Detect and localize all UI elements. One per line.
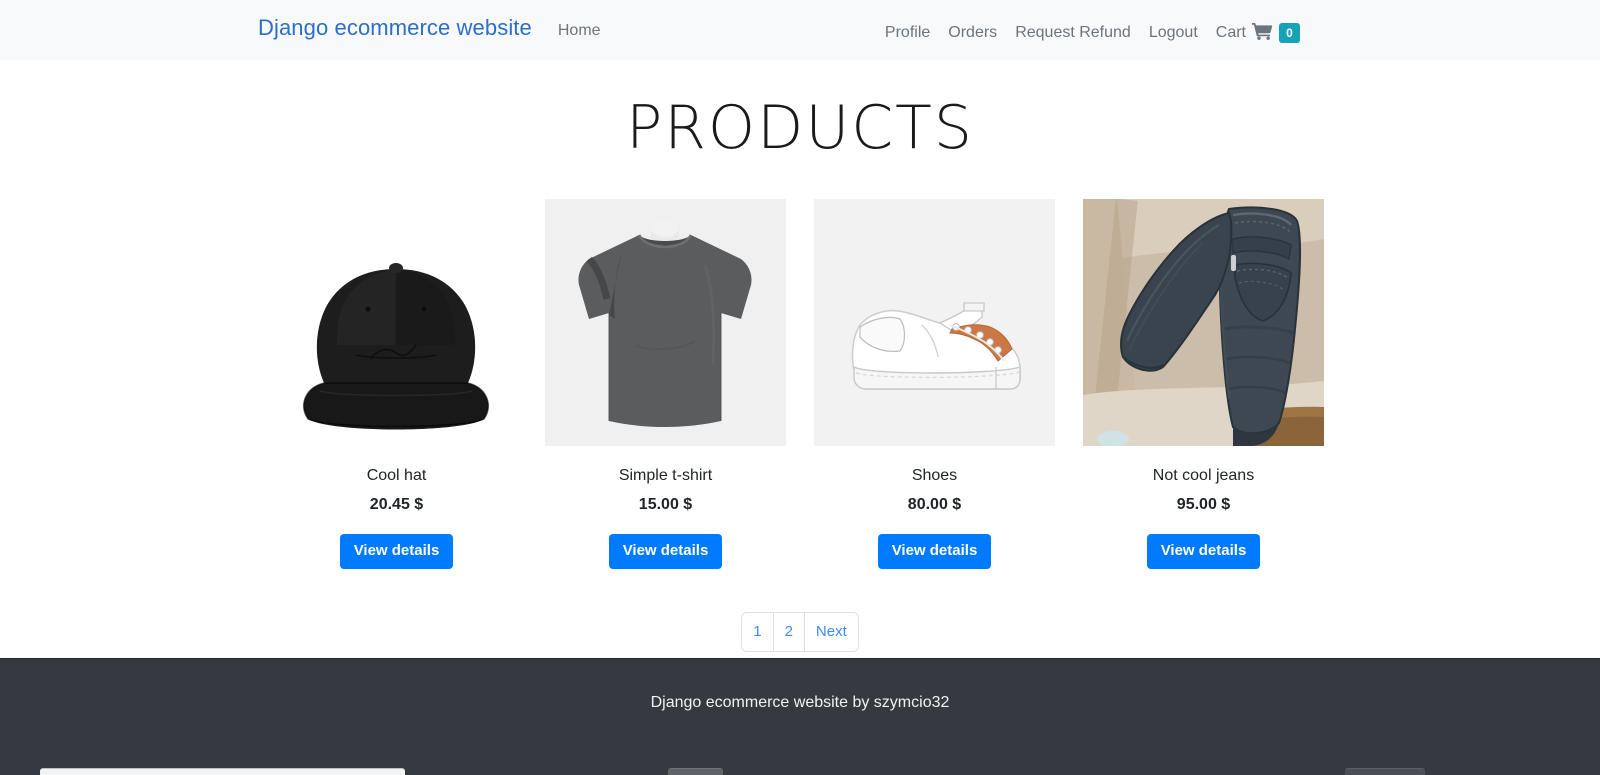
product-price: 15.00 $ [638, 496, 693, 513]
pagination: 1 2 Next [742, 612, 858, 651]
product-image-cool-hat[interactable] [276, 199, 517, 446]
shelf-item [668, 768, 723, 775]
footer-text: Django ecommerce website by szymcio32 [650, 694, 950, 711]
brand-link[interactable]: Django ecommerce website [258, 17, 532, 39]
product-price: 20.45 $ [369, 496, 424, 513]
page-link-next[interactable]: Next [804, 612, 858, 651]
nav-link-orders[interactable]: Orders [939, 24, 1006, 42]
product-price: 80.00 $ [907, 496, 962, 513]
cart-count-badge: 0 [1279, 23, 1300, 43]
product-card: Not cool jeans 95.00 $ View details [1083, 199, 1324, 569]
shelf-item [1345, 768, 1425, 775]
product-name: Shoes [911, 467, 958, 484]
product-image-shoes[interactable] [814, 199, 1055, 446]
nav-right-links: Profile Orders Request Refund Logout Car… [876, 3, 1300, 63]
product-image-simple-tshirt[interactable] [545, 199, 786, 446]
product-name: Not cool jeans [1152, 467, 1255, 484]
nav-link-cart[interactable]: Cart 0 [1207, 22, 1300, 45]
view-details-button[interactable]: View details [1146, 534, 1261, 569]
shelf-item [40, 768, 405, 775]
page-title: PRODUCTS [626, 93, 974, 163]
pagination-wrapper: 1 2 Next [0, 612, 1600, 651]
browser-shelf-edge [0, 768, 1600, 775]
footer: Django ecommerce website by szymcio32 [0, 658, 1600, 775]
page-link-1[interactable]: 1 [742, 612, 774, 651]
view-details-button[interactable]: View details [339, 534, 454, 569]
nav-link-home[interactable]: Home [558, 22, 601, 40]
shopping-cart-icon [1252, 22, 1273, 45]
product-price: 95.00 $ [1176, 496, 1231, 513]
product-name: Cool hat [366, 467, 427, 484]
nav-link-request-refund[interactable]: Request Refund [1006, 24, 1140, 42]
view-details-button[interactable]: View details [877, 534, 992, 569]
product-image-not-cool-jeans[interactable] [1083, 199, 1324, 446]
product-card: Simple t-shirt 15.00 $ View details [545, 199, 786, 569]
navbar: Django ecommerce website Home Profile Or… [0, 0, 1600, 60]
page-link-2[interactable]: 2 [773, 612, 805, 651]
nav-left-links: Home [558, 22, 601, 40]
product-card: Cool hat 20.45 $ View details [276, 199, 517, 569]
nav-link-profile[interactable]: Profile [876, 24, 939, 42]
cart-label: Cart [1215, 24, 1246, 41]
main-content: PRODUCTS Cool hat 20.45 $ View details S… [0, 60, 1600, 658]
nav-link-logout[interactable]: Logout [1140, 24, 1207, 42]
product-name: Simple t-shirt [618, 467, 713, 484]
product-card: Shoes 80.00 $ View details [814, 199, 1055, 569]
product-grid: Cool hat 20.45 $ View details Simple t-s… [0, 199, 1600, 569]
view-details-button[interactable]: View details [608, 534, 723, 569]
